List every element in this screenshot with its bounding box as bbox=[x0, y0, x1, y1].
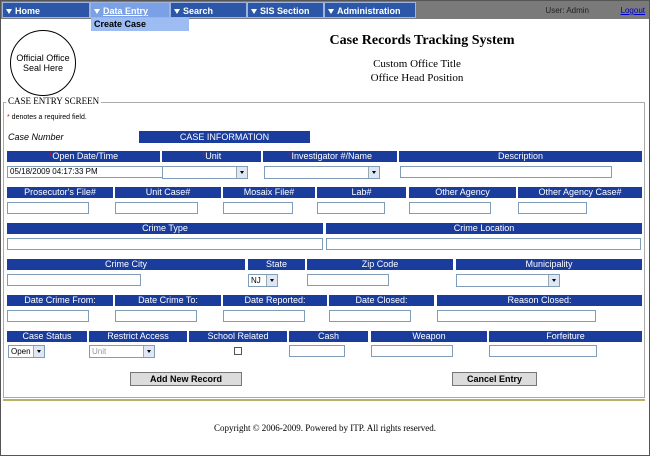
nav-data-entry[interactable]: Data Entry bbox=[90, 2, 170, 18]
prosecutor-file-header: Prosecutor's File# bbox=[7, 187, 113, 198]
case-status-value: Open bbox=[11, 347, 31, 356]
dropdown-arrow-icon bbox=[236, 167, 247, 178]
cash-header: Cash bbox=[289, 331, 368, 342]
crime-location-input[interactable] bbox=[326, 238, 641, 250]
date-reported-header: Date Reported: bbox=[223, 295, 327, 306]
date-crime-to-header: Date Crime To: bbox=[115, 295, 221, 306]
investigator-select[interactable] bbox=[264, 166, 380, 179]
footer-divider bbox=[3, 399, 645, 401]
nav-sis-label: SIS Section bbox=[260, 6, 310, 16]
weapon-input[interactable] bbox=[371, 345, 453, 357]
dropdown-arrow-icon bbox=[251, 9, 257, 15]
nav-search[interactable]: Search bbox=[170, 2, 247, 18]
school-related-checkbox[interactable] bbox=[234, 347, 242, 355]
menu-item-create-case[interactable]: Create Case bbox=[91, 18, 189, 31]
unit-label: Unit bbox=[205, 151, 222, 161]
restrict-access-header: Restrict Access bbox=[89, 331, 187, 342]
dropdown-arrow-icon bbox=[328, 9, 334, 15]
top-nav: Home Data Entry Search SIS Section Admin… bbox=[1, 1, 649, 19]
restrict-access-select[interactable]: Unit bbox=[89, 345, 155, 358]
unit-header: *Unit bbox=[162, 151, 261, 162]
dropdown-arrow-icon bbox=[548, 275, 559, 286]
nav-admin-label: Administration bbox=[337, 6, 401, 16]
reason-closed-input[interactable] bbox=[437, 310, 596, 322]
copyright-text: Copyright © 2006-2009. Powered by ITP. A… bbox=[213, 423, 437, 433]
fieldset-legend: CASE ENTRY SCREEN bbox=[6, 96, 102, 106]
lab-input[interactable] bbox=[317, 202, 385, 214]
nav-sis-section[interactable]: SIS Section bbox=[247, 2, 324, 18]
date-crime-from-input[interactable] bbox=[7, 310, 89, 322]
case-status-header: Case Status bbox=[7, 331, 87, 342]
required-note: * denotes a required field. bbox=[7, 114, 87, 121]
date-reported-input[interactable] bbox=[223, 310, 305, 322]
crime-type-header: Crime Type bbox=[7, 223, 323, 234]
dropdown-arrow-icon bbox=[174, 9, 180, 15]
open-date-label: Open Date/Time bbox=[52, 151, 119, 161]
forfeiture-input[interactable] bbox=[489, 345, 597, 357]
dropdown-arrow-icon bbox=[33, 346, 44, 357]
other-agency-header: Other Agency bbox=[409, 187, 516, 198]
mosaix-file-header: Mosaix File# bbox=[223, 187, 315, 198]
office-seal-placeholder: Official Office Seal Here bbox=[10, 30, 76, 96]
other-agency-case-input[interactable] bbox=[518, 202, 587, 214]
description-input[interactable] bbox=[400, 166, 612, 178]
reason-closed-header: Reason Closed: bbox=[437, 295, 642, 306]
office-head-position: Office Head Position bbox=[370, 72, 464, 84]
dropdown-arrow-icon bbox=[368, 167, 379, 178]
investigator-label: Investigator #/Name bbox=[291, 151, 373, 161]
crime-type-input[interactable] bbox=[7, 238, 323, 250]
nav-home-label: Home bbox=[15, 6, 41, 16]
seal-text: Official Office Seal Here bbox=[16, 53, 70, 73]
state-value: NJ bbox=[251, 276, 261, 285]
unit-select[interactable] bbox=[162, 166, 248, 179]
state-select[interactable]: NJ bbox=[248, 274, 278, 287]
unit-case-input[interactable] bbox=[115, 202, 198, 214]
school-related-header: School Related bbox=[189, 331, 287, 342]
nav-search-label: Search bbox=[183, 6, 214, 16]
unit-case-header: Unit Case# bbox=[115, 187, 221, 198]
dropdown-arrow-icon bbox=[143, 346, 154, 357]
other-agency-input[interactable] bbox=[409, 202, 491, 214]
date-closed-header: Date Closed: bbox=[329, 295, 434, 306]
investigator-header: *Investigator #/Name bbox=[263, 151, 397, 162]
date-closed-input[interactable] bbox=[329, 310, 411, 322]
cash-input[interactable] bbox=[289, 345, 345, 357]
zip-code-header: Zip Code bbox=[307, 259, 453, 270]
nav-home[interactable]: Home bbox=[2, 2, 90, 18]
weapon-header: Weapon bbox=[371, 331, 487, 342]
case-number-label: Case Number bbox=[8, 132, 64, 142]
crime-city-header: Crime City bbox=[7, 259, 245, 270]
crime-location-header: Crime Location bbox=[326, 223, 642, 234]
municipality-select[interactable] bbox=[456, 274, 560, 287]
required-note-text: denotes a required field. bbox=[9, 114, 87, 121]
user-label: User: Admin bbox=[545, 6, 589, 15]
crime-city-input[interactable] bbox=[7, 274, 141, 286]
add-new-record-button[interactable]: Add New Record bbox=[130, 372, 242, 386]
open-date-input[interactable]: 05/18/2009 04:17:33 PM bbox=[7, 166, 167, 178]
date-crime-from-header: Date Crime From: bbox=[7, 295, 113, 306]
restrict-access-value: Unit bbox=[92, 347, 107, 356]
description-header: Description bbox=[399, 151, 642, 162]
open-date-header: *Open Date/Time bbox=[7, 151, 160, 162]
cancel-entry-button[interactable]: Cancel Entry bbox=[452, 372, 537, 386]
page-title: Case Records Tracking System bbox=[329, 33, 515, 48]
prosecutor-file-input[interactable] bbox=[7, 202, 89, 214]
case-status-select[interactable]: Open bbox=[8, 345, 45, 358]
mosaix-file-input[interactable] bbox=[223, 202, 293, 214]
logout-link[interactable]: Logout bbox=[621, 6, 645, 15]
dropdown-arrow-icon bbox=[94, 9, 100, 15]
date-crime-to-input[interactable] bbox=[115, 310, 197, 322]
forfeiture-header: Forfeiture bbox=[489, 331, 642, 342]
nav-administration[interactable]: Administration bbox=[324, 2, 416, 18]
lab-header: Lab# bbox=[317, 187, 406, 198]
state-header: State bbox=[248, 259, 305, 270]
dropdown-arrow-icon bbox=[266, 275, 277, 286]
case-information-header: CASE INFORMATION bbox=[139, 131, 310, 143]
office-title: Custom Office Title bbox=[373, 58, 461, 70]
zip-code-input[interactable] bbox=[307, 274, 389, 286]
dropdown-arrow-icon bbox=[6, 9, 12, 15]
other-agency-case-header: Other Agency Case# bbox=[518, 187, 642, 198]
nav-data-entry-label: Data Entry bbox=[103, 6, 149, 16]
municipality-header: Municipality bbox=[456, 259, 642, 270]
